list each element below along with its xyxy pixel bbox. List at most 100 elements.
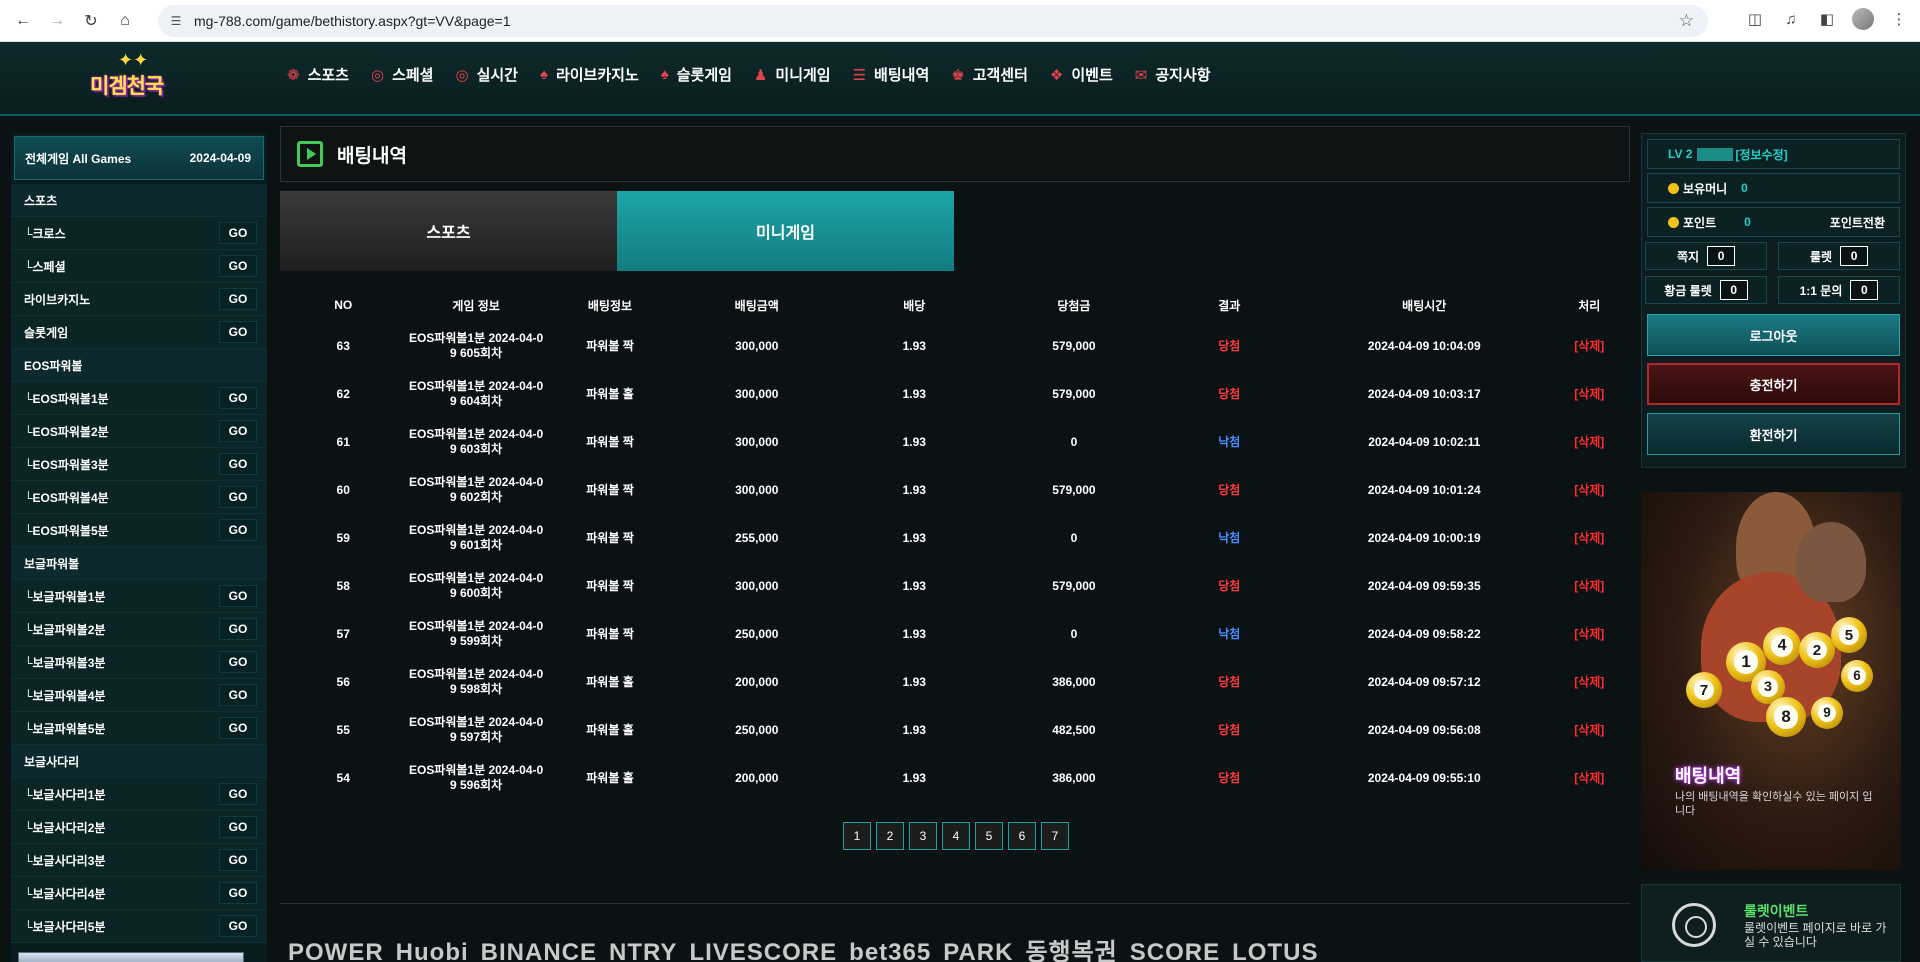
sidebar-category[interactable]: 보글사다리 bbox=[11, 745, 267, 778]
cell-action[interactable]: [삭제] bbox=[1549, 370, 1630, 418]
sidebar-category[interactable]: 스포츠 bbox=[11, 184, 267, 217]
forward-icon[interactable]: → bbox=[44, 8, 70, 34]
roulette-event-box[interactable]: 룰렛이벤트 룰렛이벤트 페이지로 바로 가실 수 있습니다 bbox=[1641, 884, 1901, 962]
go-button[interactable]: GO bbox=[219, 618, 257, 640]
cell-odds: 1.93 bbox=[902, 626, 926, 641]
cell-action[interactable]: [삭제] bbox=[1549, 322, 1630, 370]
edit-info-link[interactable]: [정보수정] bbox=[1735, 146, 1787, 163]
cell-action[interactable]: [삭제] bbox=[1549, 658, 1630, 706]
page-button[interactable]: 4 bbox=[942, 822, 970, 850]
sidebar-game-item[interactable]: └보글사다리1분 GO bbox=[11, 778, 267, 811]
page-button[interactable]: 5 bbox=[975, 822, 1003, 850]
note-box[interactable]: 쪽지 0 bbox=[1645, 242, 1767, 270]
roulette-box[interactable]: 룰렛 0 bbox=[1778, 242, 1900, 270]
sidebar-game-item[interactable]: └보글파워볼5분 GO bbox=[11, 712, 267, 745]
sidebar-game-item[interactable]: └EOS파워볼3분 GO bbox=[11, 448, 267, 481]
nav-item-0[interactable]: ❁ 스포츠 bbox=[287, 64, 349, 85]
nav-item-8[interactable]: ❖ 이벤트 bbox=[1050, 64, 1113, 85]
sidebar-game-item[interactable]: └보글파워볼3분 GO bbox=[11, 646, 267, 679]
nav-item-3[interactable]: ♠ 라이브카지노 bbox=[540, 64, 639, 85]
exchange-button[interactable]: 환전하기 bbox=[1647, 413, 1900, 455]
sidebar-game-item[interactable]: └보글파워볼4분 GO bbox=[11, 679, 267, 712]
sidebar-game-item[interactable]: └EOS파워볼5분 GO bbox=[11, 514, 267, 547]
nav-item-1[interactable]: ◎ 스페셜 bbox=[371, 64, 434, 85]
sidebar-category[interactable]: 보글파워볼 bbox=[11, 547, 267, 580]
cell-action[interactable]: [삭제] bbox=[1549, 562, 1630, 610]
tab-sports[interactable]: 스포츠 bbox=[280, 191, 617, 271]
go-button[interactable]: GO bbox=[219, 519, 257, 541]
nav-item-9[interactable]: ✉ 공지사항 bbox=[1135, 64, 1211, 85]
sidebar-game-item[interactable]: └보글사다리4분 GO bbox=[11, 877, 267, 910]
profile-avatar[interactable] bbox=[1852, 8, 1874, 30]
charge-button[interactable]: 충전하기 bbox=[1647, 363, 1900, 405]
go-button[interactable]: GO bbox=[219, 486, 257, 508]
nav-item-7[interactable]: ♚ 고객센터 bbox=[951, 64, 1028, 85]
sidebar-game-item[interactable]: └보글사다리3분 GO bbox=[11, 844, 267, 877]
go-button[interactable]: GO bbox=[219, 585, 257, 607]
nav-item-2[interactable]: ◎ 실시간 bbox=[455, 64, 518, 85]
go-button[interactable]: GO bbox=[219, 651, 257, 673]
reload-icon[interactable]: ↻ bbox=[78, 8, 104, 34]
tab-minigame[interactable]: 미니게임 bbox=[617, 191, 954, 271]
home-icon[interactable]: ⌂ bbox=[112, 8, 138, 34]
nav-item-5[interactable]: ♟ 미니게임 bbox=[754, 64, 831, 85]
col-payout: 당첨금 bbox=[1057, 298, 1091, 313]
sidebar-game-list: 스포츠 └크로스 GO └스페셜 GO 라이브카지노 GO 슬롯게임 GO EOS파워볼 └EOS파… bbox=[11, 184, 267, 943]
cell-info: EOS파워볼1분 2024-04-0 9 597회차 bbox=[408, 715, 544, 744]
nav-item-6[interactable]: ☰ 배팅내역 bbox=[853, 64, 930, 85]
page-button[interactable]: 2 bbox=[876, 822, 904, 850]
site-info-icon[interactable]: ☰ bbox=[168, 13, 184, 29]
sidebar-item-label: └보글사다리2분 bbox=[24, 820, 106, 835]
go-button[interactable]: GO bbox=[219, 882, 257, 904]
cell-action[interactable]: [삭제] bbox=[1549, 610, 1630, 658]
extensions-icon[interactable]: ◫ bbox=[1744, 8, 1766, 30]
sidebar-game-item[interactable]: └스페셜 GO bbox=[11, 250, 267, 283]
site-logo[interactable]: ✦✦ 미겜천국 bbox=[88, 50, 196, 108]
go-button[interactable]: GO bbox=[219, 684, 257, 706]
cell-action[interactable]: [삭제] bbox=[1549, 514, 1630, 562]
cell-action[interactable]: [삭제] bbox=[1549, 754, 1630, 802]
page-button[interactable]: 7 bbox=[1041, 822, 1069, 850]
media-icon[interactable]: ♫ bbox=[1780, 8, 1802, 30]
go-button[interactable]: GO bbox=[219, 915, 257, 937]
sidebar-game-item[interactable]: └크로스 GO bbox=[11, 217, 267, 250]
page-button[interactable]: 3 bbox=[909, 822, 937, 850]
point-convert-button[interactable]: 포인트전환 bbox=[1830, 214, 1885, 231]
inquiry-box[interactable]: 1:1 문의 0 bbox=[1778, 276, 1900, 304]
cell-action[interactable]: [삭제] bbox=[1549, 706, 1630, 754]
cell-action[interactable]: [삭제] bbox=[1549, 418, 1630, 466]
go-button[interactable]: GO bbox=[219, 717, 257, 739]
go-button[interactable]: GO bbox=[219, 288, 257, 310]
sidebar-game-item[interactable]: └보글사다리5분 GO bbox=[11, 910, 267, 943]
bookmark-star-icon[interactable]: ☆ bbox=[1679, 11, 1694, 31]
sidebar-game-item[interactable]: └보글파워볼1분 GO bbox=[11, 580, 267, 613]
go-button[interactable]: GO bbox=[219, 420, 257, 442]
go-button[interactable]: GO bbox=[219, 387, 257, 409]
go-button[interactable]: GO bbox=[219, 849, 257, 871]
go-button[interactable]: GO bbox=[219, 255, 257, 277]
url-text: mg-788.com/game/bethistory.aspx?gt=VV&pa… bbox=[194, 13, 511, 29]
sidebar-game-item[interactable]: 라이브카지노 GO bbox=[11, 283, 267, 316]
go-button[interactable]: GO bbox=[219, 222, 257, 244]
page-button[interactable]: 1 bbox=[843, 822, 871, 850]
page-button[interactable]: 6 bbox=[1008, 822, 1036, 850]
logout-button[interactable]: 로그아웃 bbox=[1647, 314, 1900, 356]
sidebar-game-item[interactable]: └보글파워볼2분 GO bbox=[11, 613, 267, 646]
go-button[interactable]: GO bbox=[219, 453, 257, 475]
cell-action[interactable]: [삭제] bbox=[1549, 466, 1630, 514]
sidebar-game-item[interactable]: └EOS파워볼1분 GO bbox=[11, 382, 267, 415]
sidebar-game-item[interactable]: └EOS파워볼2분 GO bbox=[11, 415, 267, 448]
go-button[interactable]: GO bbox=[219, 783, 257, 805]
sidebar-category[interactable]: EOS파워볼 bbox=[11, 349, 267, 382]
go-button[interactable]: GO bbox=[219, 816, 257, 838]
sidebar-game-item[interactable]: └보글사다리2분 GO bbox=[11, 811, 267, 844]
address-bar[interactable]: ☰ mg-788.com/game/bethistory.aspx?gt=VV&… bbox=[158, 5, 1708, 37]
sidebar-game-item[interactable]: 슬롯게임 GO bbox=[11, 316, 267, 349]
sidebar-game-item[interactable]: └EOS파워볼4분 GO bbox=[11, 481, 267, 514]
go-button[interactable]: GO bbox=[219, 321, 257, 343]
nav-item-4[interactable]: ♠ 슬롯게임 bbox=[661, 64, 732, 85]
back-icon[interactable]: ← bbox=[10, 8, 36, 34]
gold-roulette-box[interactable]: 황금 룰렛 0 bbox=[1645, 276, 1767, 304]
sidepanel-icon[interactable]: ◧ bbox=[1816, 8, 1838, 30]
menu-kebab-icon[interactable]: ⋮ bbox=[1888, 8, 1910, 30]
